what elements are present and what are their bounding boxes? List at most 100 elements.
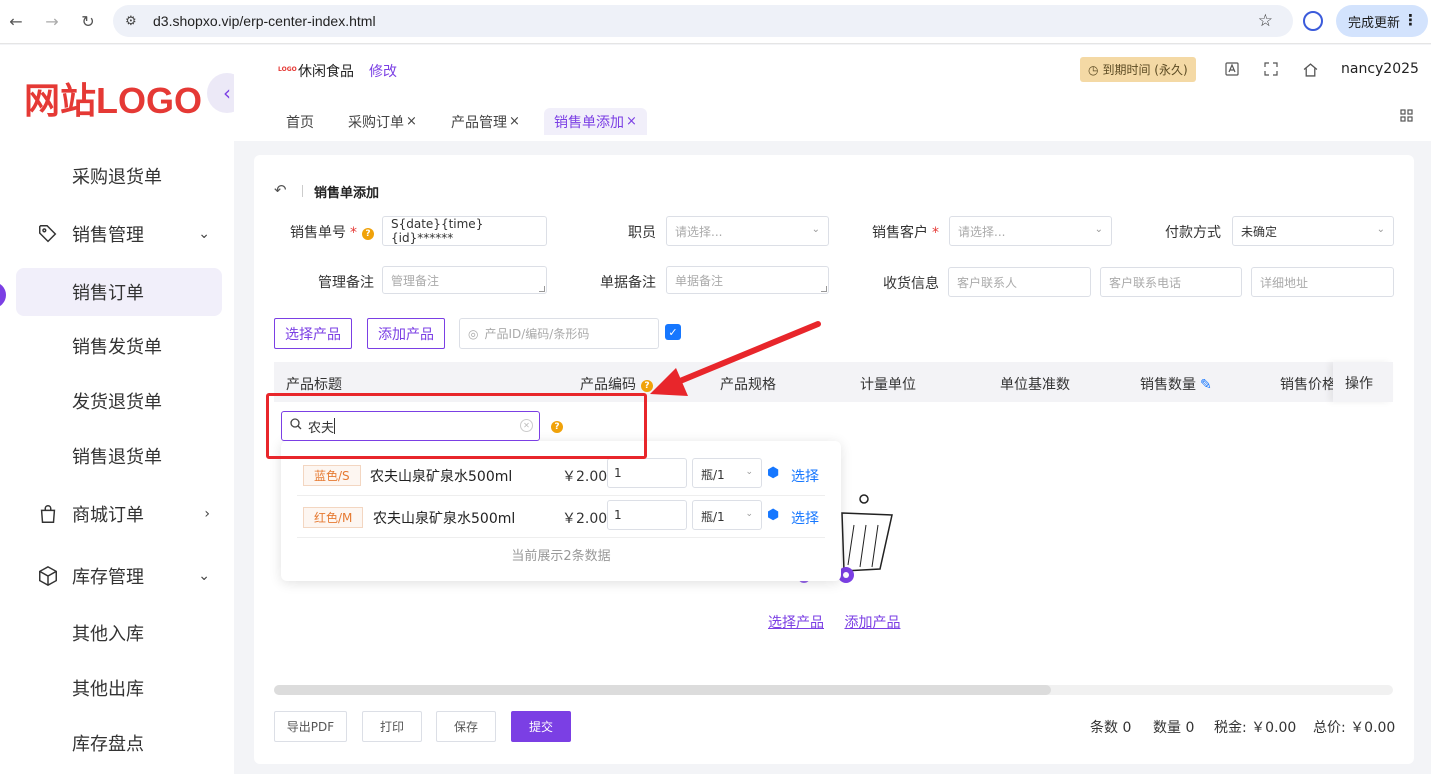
back-arrow-icon[interactable]: ← [6, 11, 26, 31]
bookmark-star-icon[interactable]: ☆ [1258, 11, 1273, 31]
sidebar-item-sales-shipment[interactable]: 销售发货单 [16, 322, 222, 370]
sidebar-item-label: 库存盘点 [72, 734, 144, 755]
th-sales-qty-label: 销售数量 [1140, 377, 1196, 393]
product-price: ￥2.00 [562, 469, 608, 485]
mgmt-note-textarea[interactable]: 管理备注 [382, 266, 547, 294]
chevron-down-icon: ⌄ [1094, 224, 1103, 235]
camera-icon[interactable]: ◎ [468, 327, 478, 341]
sidebar-item-purchase-return[interactable]: 采购退货单 [16, 152, 222, 200]
page-title: 销售单添加 [314, 186, 380, 201]
order-no-input[interactable]: S{date}{time}{id}****** [382, 216, 547, 246]
sidebar-group-sales[interactable]: 销售管理 ⌄ [16, 210, 222, 258]
empty-select-product-link[interactable]: 选择产品 [768, 615, 824, 631]
phone-input[interactable]: 客户联系电话 [1100, 267, 1242, 297]
edit-shop-link[interactable]: 修改 [369, 61, 397, 81]
sidebar-group-mall-orders[interactable]: 商城订单 › [16, 490, 222, 538]
reload-icon[interactable]: ↻ [78, 11, 98, 31]
scrollbar-thumb[interactable] [274, 685, 1051, 695]
chevron-down-icon: ⌄ [745, 467, 753, 477]
tab-home[interactable]: 首页 [276, 108, 324, 135]
unit-value: 瓶/1 [701, 510, 725, 524]
staff-select-placeholder: 请选择... [675, 224, 723, 239]
site-logo: 网站LOGO [24, 80, 202, 121]
product-code-input[interactable]: ◎ 产品ID/编码/条形码 [459, 318, 659, 349]
cube-icon: ⬢ [767, 507, 780, 523]
sidebar-group-inventory[interactable]: 库存管理 ⌄ [16, 552, 222, 600]
unit-select[interactable]: 瓶/1 ⌄ [692, 458, 762, 488]
print-button[interactable]: 打印 [362, 711, 422, 742]
staff-select[interactable]: 请选择... ⌄ [666, 216, 829, 246]
customer-label: 销售客户 * [872, 225, 939, 241]
sidebar-item-other-inbound[interactable]: 其他入库 [16, 609, 222, 657]
sidebar-item-label: 其他入库 [72, 624, 144, 645]
username[interactable]: nancy2025 [1341, 61, 1419, 77]
shop-logo: LOGO [278, 66, 297, 73]
help-icon[interactable]: ? [641, 380, 653, 392]
shopping-bag-icon [36, 502, 60, 526]
fullscreen-icon[interactable] [1263, 61, 1279, 77]
tab-product-management[interactable]: 产品管理 × [441, 108, 530, 135]
sidebar-item-other-outbound[interactable]: 其他出库 [16, 664, 222, 712]
quantity-input[interactable]: 1 [607, 458, 687, 488]
customer-label-text: 销售客户 [872, 225, 928, 241]
select-result-button[interactable]: 选择 [791, 466, 819, 486]
spec-badge: 红色/M [303, 507, 364, 528]
address-input[interactable]: 详细地址 [1251, 267, 1394, 297]
doc-note-textarea[interactable]: 单据备注 [666, 266, 829, 294]
chevron-down-icon: ⌄ [745, 509, 753, 519]
contact-input[interactable]: 客户联系人 [948, 267, 1091, 297]
th-actions: 操作 [1333, 362, 1393, 402]
close-icon[interactable]: × [509, 114, 520, 129]
update-button[interactable]: 完成更新 ⋮ [1336, 5, 1428, 37]
submit-button[interactable]: 提交 [511, 711, 571, 742]
update-label: 完成更新 [1348, 15, 1401, 31]
auto-add-checkbox[interactable]: ✓ [665, 324, 681, 340]
sidebar-item-shipment-return[interactable]: 发货退货单 [16, 377, 222, 425]
unit-select[interactable]: 瓶/1 ⌄ [692, 500, 762, 530]
empty-state-links: 选择产品 添加产品 [768, 612, 916, 632]
back-icon[interactable]: ↶ [274, 181, 287, 199]
payment-select[interactable]: 未确定 ⌄ [1232, 216, 1394, 246]
order-no-label: 销售单号 *? [290, 222, 374, 242]
more-menu-icon[interactable]: ⋮ [1403, 11, 1418, 29]
export-pdf-button[interactable]: 导出PDF [274, 711, 347, 742]
product-price: ￥2.00 [562, 511, 608, 527]
site-settings-icon[interactable]: ⚙ [125, 14, 143, 29]
cube-icon: ⬢ [767, 465, 780, 481]
customer-select[interactable]: 请选择... ⌄ [949, 216, 1112, 246]
select-result-button[interactable]: 选择 [791, 508, 819, 528]
tab-sales-add[interactable]: 销售单添加 × [544, 108, 647, 135]
result-row: 红色/M 农夫山泉矿泉水500ml ￥2.00 1 瓶/1 ⌄ ⬢ 选择 [297, 496, 825, 538]
help-icon[interactable]: ? [362, 228, 374, 240]
edit-icon[interactable]: ✎ [1200, 377, 1212, 393]
product-name: 农夫山泉矿泉水500ml [370, 469, 513, 485]
sidebar-item-sales-order[interactable]: 销售订单 [16, 268, 222, 316]
home-icon[interactable] [1302, 61, 1318, 77]
sidebar-item-label: 销售管理 [72, 225, 144, 246]
chevron-down-icon: ⌄ [198, 568, 210, 584]
grid-menu-icon[interactable] [1400, 109, 1413, 126]
th-code-label: 产品编码 [580, 377, 636, 393]
translate-icon[interactable] [1224, 61, 1240, 77]
save-button[interactable]: 保存 [436, 711, 496, 742]
sidebar-item-label: 商城订单 [72, 505, 144, 526]
sidebar: 网站LOGO ‹ 采购退货单 销售管理 ⌄ 销售订单 销售发货单 发货退货单 销… [0, 45, 247, 774]
unit-value: 瓶/1 [701, 468, 725, 482]
forward-arrow-icon[interactable]: → [42, 11, 62, 31]
close-icon[interactable]: × [626, 114, 637, 129]
sidebar-item-sales-return[interactable]: 销售退货单 [16, 432, 222, 480]
address-bar[interactable]: ⚙ d3.shopxo.vip/erp-center-index.html ☆ [113, 5, 1293, 37]
sidebar-item-label: 销售订单 [72, 283, 144, 304]
sidebar-item-stocktake[interactable]: 库存盘点 [16, 719, 222, 767]
select-product-button[interactable]: 选择产品 [274, 318, 352, 349]
close-icon[interactable]: × [406, 114, 417, 129]
tab-purchase-orders[interactable]: 采购订单 × [338, 108, 427, 135]
th-sales-price: 销售价格 [1280, 377, 1336, 393]
horizontal-scrollbar[interactable] [274, 685, 1393, 695]
expire-badge: ◷ 到期时间 (永久) [1080, 57, 1196, 82]
quantity-input[interactable]: 1 [607, 500, 687, 530]
tab-label: 销售单添加 [554, 114, 624, 131]
empty-add-product-link[interactable]: 添加产品 [844, 615, 900, 631]
add-product-button[interactable]: 添加产品 [367, 318, 445, 349]
profile-icon[interactable] [1303, 11, 1323, 31]
